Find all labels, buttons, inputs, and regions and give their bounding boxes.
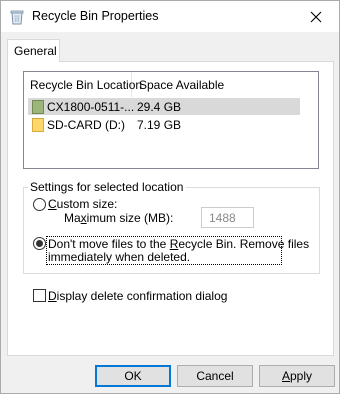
title-bar[interactable]: Recycle Bin Properties	[1, 1, 339, 32]
dont-move-label-line2[interactable]: immediately when deleted.	[48, 250, 190, 264]
list-item[interactable]: SD-CARD (D:) 7.19 GB	[28, 116, 300, 133]
drive-icon	[32, 100, 44, 114]
list-item-location: SD-CARD (D:)	[47, 118, 125, 132]
sd-card-icon	[32, 118, 44, 132]
close-button[interactable]	[293, 1, 339, 32]
display-confirmation-label[interactable]: Display delete confirmation dialog	[48, 289, 227, 303]
list-item-location: CX1800-0511-...	[47, 100, 135, 114]
display-confirmation-checkbox[interactable]	[33, 289, 46, 302]
recycle-bin-icon	[10, 9, 24, 25]
cancel-button[interactable]: Cancel	[177, 365, 253, 387]
list-item-space: 7.19 GB	[137, 118, 182, 132]
column-header-space[interactable]: Space Available	[133, 72, 253, 97]
column-header-location[interactable]: Recycle Bin Location	[24, 72, 142, 97]
apply-button[interactable]: Apply	[259, 365, 335, 387]
list-item-space: 29.4 GB	[137, 100, 182, 114]
tab-general[interactable]: General	[7, 39, 60, 62]
window-title: Recycle Bin Properties	[32, 9, 159, 23]
dont-move-radio[interactable]	[33, 237, 46, 250]
list-item[interactable]: CX1800-0511-... 29.4 GB	[28, 98, 300, 115]
settings-group-label: Settings for selected location	[28, 180, 187, 194]
properties-window: Recycle Bin Properties General Recycle B…	[0, 0, 340, 394]
ok-button[interactable]: OK	[95, 365, 171, 387]
custom-size-radio[interactable]	[33, 198, 46, 211]
custom-size-label[interactable]: Custom size:	[48, 197, 117, 211]
max-size-label: Maximum size (MB):	[64, 211, 174, 225]
close-icon	[310, 11, 322, 22]
max-size-input[interactable]: 1488	[201, 207, 254, 228]
recycle-bin-location-list[interactable]: Recycle Bin Location Space Available CX1…	[23, 71, 319, 169]
dont-move-label-line1[interactable]: Don't move files to the Recycle Bin. Rem…	[48, 237, 309, 251]
list-header: Recycle Bin Location Space Available	[24, 72, 318, 97]
